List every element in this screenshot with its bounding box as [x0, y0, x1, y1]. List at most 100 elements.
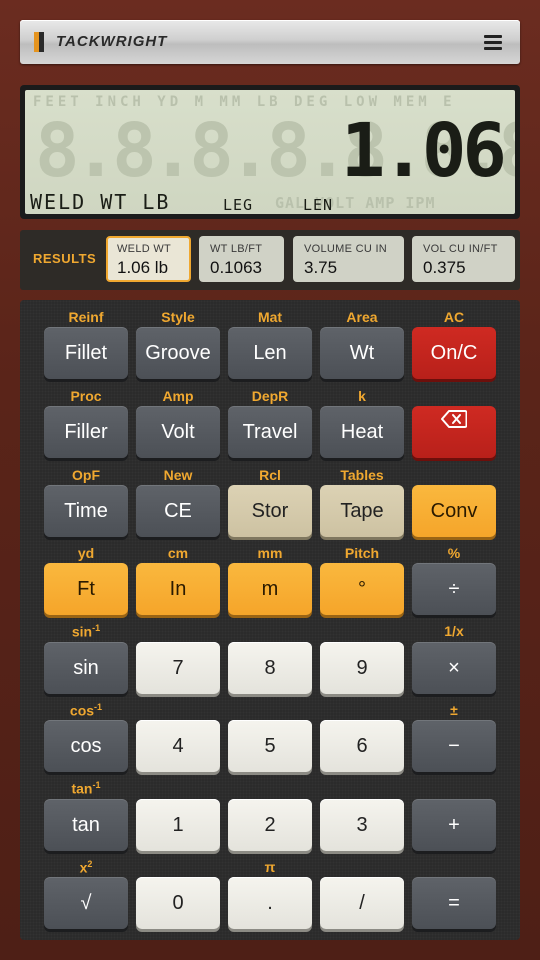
- ce-key[interactable]: CE: [136, 485, 220, 537]
- key-label: cos: [70, 735, 102, 757]
- secondary-label-plus-minus: ±: [450, 702, 458, 718]
- key-label: Heat: [340, 421, 384, 443]
- secondary-label-pi: π: [264, 859, 276, 875]
- secondary-label-reciprocal: 1/x: [444, 623, 464, 639]
- digit-5-key[interactable]: 5: [228, 720, 312, 772]
- result-value: 1.06 lb: [117, 258, 169, 277]
- key-label: ×: [448, 657, 460, 679]
- results-label: RESULTS: [33, 251, 97, 266]
- secondary-label-arctan: tan-1: [44, 780, 128, 797]
- heat-key[interactable]: Heat: [320, 406, 404, 458]
- groove-key[interactable]: Groove: [136, 327, 220, 379]
- digit-7-key[interactable]: 7: [136, 642, 220, 694]
- time-key[interactable]: Time: [44, 485, 128, 537]
- secondary-label-mm: mm: [257, 545, 283, 561]
- secondary-label-arccos: cos-1: [44, 702, 128, 719]
- superscript: -1: [92, 780, 101, 790]
- secondary-label-opf: OpF: [72, 467, 100, 483]
- key-label: CE: [164, 500, 192, 522]
- tape-key[interactable]: Tape: [320, 485, 404, 537]
- feet-key[interactable]: Ft: [44, 563, 128, 615]
- fraction-key[interactable]: /: [320, 877, 404, 929]
- key-label: Travel: [242, 421, 298, 443]
- secondary-label-arcsin: sin-1: [44, 623, 128, 640]
- secondary-label-cm: cm: [167, 545, 189, 561]
- digit-8-key[interactable]: 8: [228, 642, 312, 694]
- brand-logo-icon: [34, 32, 44, 52]
- secondary-label-reinf: Reinf: [68, 309, 104, 325]
- brand-name: TACKWRIGHT: [56, 33, 168, 50]
- key-label: °: [358, 578, 366, 600]
- digit-4-key[interactable]: 4: [136, 720, 220, 772]
- secondary-label-text: sin: [71, 623, 93, 640]
- key-label: 0: [172, 892, 184, 914]
- sin-key[interactable]: sin: [44, 642, 128, 694]
- digit-6-key[interactable]: 6: [320, 720, 404, 772]
- display-leg-indicator: LEG: [223, 196, 254, 214]
- key-label: 4: [172, 735, 184, 757]
- filler-key[interactable]: Filler: [44, 406, 128, 458]
- superscript: -1: [92, 623, 101, 633]
- equals-key[interactable]: =: [412, 877, 496, 929]
- result-key: WELD WT: [117, 243, 172, 255]
- multiply-key[interactable]: ×: [412, 642, 496, 694]
- subtract-key[interactable]: −: [412, 720, 496, 772]
- key-label: Filler: [64, 421, 108, 443]
- key-label: ÷: [448, 578, 460, 600]
- wt-key[interactable]: Wt: [320, 327, 404, 379]
- key-label: m: [261, 578, 279, 600]
- key-label: +: [448, 814, 460, 836]
- key-label: Stor: [251, 500, 289, 522]
- secondary-label-amp: Amp: [162, 388, 194, 404]
- result-value: 0.1063: [210, 258, 262, 277]
- key-label: 9: [356, 657, 368, 679]
- conv-key[interactable]: Conv: [412, 485, 496, 537]
- digit-3-key[interactable]: 3: [320, 799, 404, 851]
- fillet-key[interactable]: Fillet: [44, 327, 128, 379]
- key-label: 3: [356, 814, 368, 836]
- meter-key[interactable]: m: [228, 563, 312, 615]
- secondary-label-new: New: [163, 467, 193, 483]
- display-value: 1.06: [340, 108, 507, 194]
- result-card-volume-cu-in[interactable]: VOLUME CU IN 3.75: [293, 236, 404, 282]
- key-label: 5: [264, 735, 276, 757]
- result-key: WT LB/FT: [210, 243, 263, 255]
- stor-key[interactable]: Stor: [228, 485, 312, 537]
- secondary-label-mat: Mat: [257, 309, 283, 325]
- key-label: 6: [356, 735, 368, 757]
- secondary-label-percent: %: [447, 545, 461, 561]
- secondary-label-depr: DepR: [251, 388, 289, 404]
- travel-key[interactable]: Travel: [228, 406, 312, 458]
- hamburger-menu-icon[interactable]: [482, 33, 504, 51]
- secondary-label-ac: AC: [443, 309, 465, 325]
- key-label: Volt: [161, 421, 195, 443]
- result-card-weld-wt[interactable]: WELD WT 1.06 lb: [106, 236, 191, 282]
- digit-1-key[interactable]: 1: [136, 799, 220, 851]
- backspace-key[interactable]: [412, 406, 496, 458]
- tan-key[interactable]: tan: [44, 799, 128, 851]
- key-label: tan: [72, 814, 100, 836]
- secondary-label-area: Area: [346, 309, 378, 325]
- volt-key[interactable]: Volt: [136, 406, 220, 458]
- key-label: .: [267, 892, 273, 914]
- digit-0-key[interactable]: 0: [136, 877, 220, 929]
- on-clear-key[interactable]: On/C: [412, 327, 496, 379]
- decimal-key[interactable]: .: [228, 877, 312, 929]
- key-label: −: [448, 735, 460, 757]
- results-bar: RESULTS WELD WT 1.06 lb WT LB/FT 0.1063 …: [20, 230, 520, 290]
- result-card-wt-lb-ft[interactable]: WT LB/FT 0.1063: [199, 236, 284, 282]
- display-mode-label: WELD WT LB: [30, 190, 171, 214]
- result-card-vol-cu-in-ft[interactable]: VOL CU IN/FT 0.375: [412, 236, 515, 282]
- divide-key[interactable]: ÷: [412, 563, 496, 615]
- sqrt-key[interactable]: √: [44, 877, 128, 929]
- add-key[interactable]: +: [412, 799, 496, 851]
- secondary-label-text: tan: [71, 780, 93, 797]
- len-key[interactable]: Len: [228, 327, 312, 379]
- degree-key[interactable]: °: [320, 563, 404, 615]
- secondary-label-text: cos: [69, 702, 95, 719]
- cos-key[interactable]: cos: [44, 720, 128, 772]
- digit-2-key[interactable]: 2: [228, 799, 312, 851]
- inch-key[interactable]: In: [136, 563, 220, 615]
- digit-9-key[interactable]: 9: [320, 642, 404, 694]
- key-label: √: [80, 892, 92, 914]
